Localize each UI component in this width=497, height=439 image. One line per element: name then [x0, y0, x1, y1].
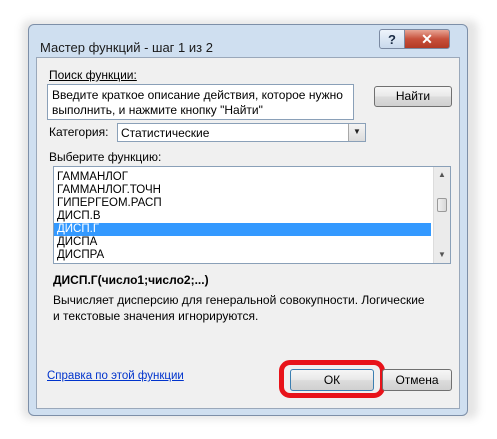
list-item[interactable]: ДИСПА	[54, 236, 431, 249]
list-item[interactable]: ГАММАНЛОГ	[54, 171, 431, 184]
category-selected-value: Статистические	[121, 126, 210, 140]
list-item[interactable]: ДИСП.В	[54, 210, 431, 223]
function-signature: ДИСП.Г(число1;число2;...)	[53, 273, 209, 287]
cancel-button[interactable]: Отмена	[382, 369, 452, 391]
help-title-button[interactable]: ?	[379, 29, 405, 49]
cancel-button-label: Отмена	[395, 373, 439, 387]
scroll-thumb[interactable]	[437, 198, 447, 212]
scroll-down-icon[interactable]: ▼	[434, 247, 450, 263]
function-help-link[interactable]: Справка по этой функции	[47, 370, 184, 382]
close-icon[interactable]: ✕	[404, 29, 450, 49]
function-list-label: Выберите функцию:	[49, 150, 162, 164]
search-label-text: Поиск функции:	[49, 68, 137, 82]
category-label: Категория:	[49, 125, 109, 139]
ok-button-label: ОК	[323, 373, 341, 387]
scroll-up-icon[interactable]: ▲	[434, 167, 450, 183]
chevron-down-icon[interactable]: ▼	[348, 124, 365, 141]
function-wizard-dialog: Мастер функций - шаг 1 из 2 ? ✕ Поиск фу…	[28, 24, 468, 416]
list-item[interactable]: ДИСПРА	[54, 249, 431, 262]
find-button-label: Найти	[395, 89, 431, 103]
category-select[interactable]: Статистические ▼	[117, 123, 366, 142]
list-scrollbar[interactable]: ▲ ▼	[433, 167, 450, 263]
list-item-selected[interactable]: ДИСП.Г	[54, 223, 431, 236]
search-input[interactable]: Введите краткое описание действия, котор…	[47, 84, 354, 120]
find-button[interactable]: Найти	[374, 86, 452, 107]
ok-button[interactable]: ОК	[290, 369, 374, 391]
function-description: Вычисляет дисперсию для генеральной сово…	[53, 293, 425, 323]
title-bar[interactable]: Мастер функций - шаг 1 из 2 ? ✕	[29, 25, 467, 59]
dialog-title: Мастер функций - шаг 1 из 2	[40, 40, 213, 55]
list-item[interactable]: ГИПЕРГЕОМ.РАСП	[54, 197, 431, 210]
search-label: Поиск функции:	[49, 68, 137, 82]
list-item[interactable]: ГАММАНЛОГ.ТОЧН	[54, 184, 431, 197]
function-list-items: ГАММАНЛОГ ГАММАНЛОГ.ТОЧН ГИПЕРГЕОМ.РАСП …	[54, 167, 431, 262]
function-listbox[interactable]: ГАММАНЛОГ ГАММАНЛОГ.ТОЧН ГИПЕРГЕОМ.РАСП …	[53, 166, 451, 264]
dialog-body: Поиск функции: Введите краткое описание …	[36, 57, 460, 409]
